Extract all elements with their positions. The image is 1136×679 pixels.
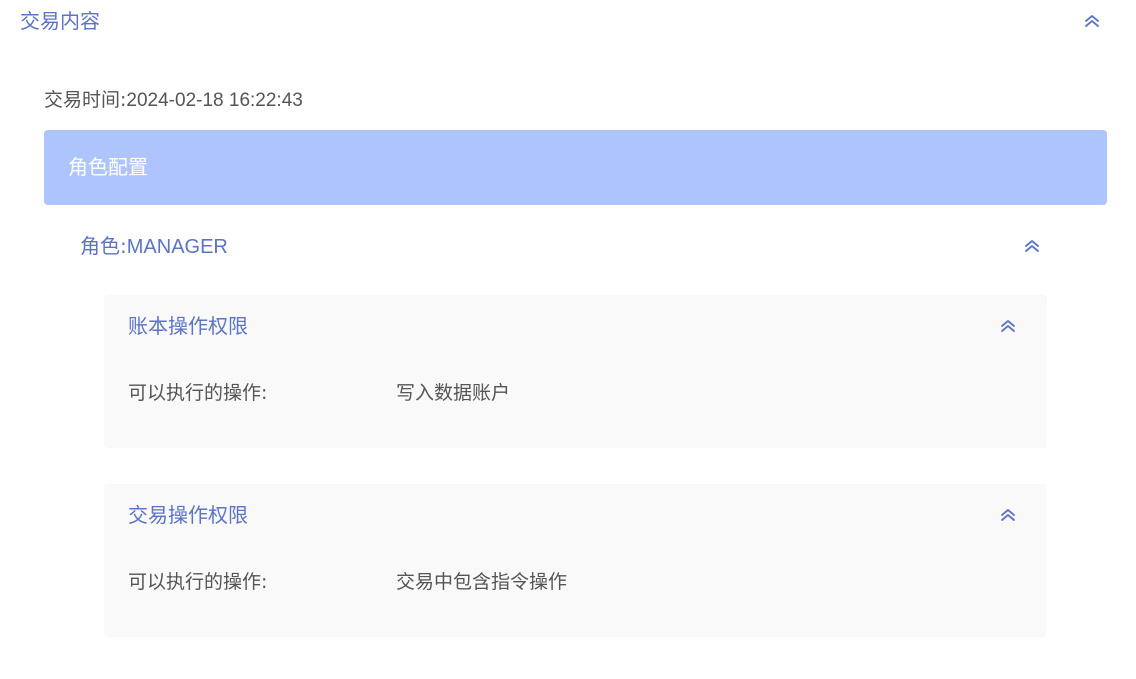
permission-card-title: 账本操作权限 bbox=[128, 314, 248, 338]
chevron-double-up-icon bbox=[1025, 240, 1039, 252]
chevron-double-up-icon bbox=[1001, 320, 1015, 332]
permission-card-collapse-button[interactable] bbox=[998, 505, 1018, 525]
role-name: MANAGER bbox=[126, 236, 228, 258]
permission-card-ledger: 账本操作权限 可以执行的操作: 写入数据账户 bbox=[104, 295, 1047, 448]
chevron-double-up-icon bbox=[1001, 509, 1015, 521]
permission-label: 可以执行的操作: bbox=[128, 382, 268, 404]
role-config-banner: 角色配置 bbox=[44, 130, 1107, 205]
section-collapse-button[interactable] bbox=[1082, 11, 1102, 31]
transaction-time-value: 2024-02-18 16:22:43 bbox=[126, 90, 303, 111]
section-title: 交易内容 bbox=[20, 9, 100, 33]
chevron-double-up-icon bbox=[1085, 15, 1099, 27]
permission-label: 可以执行的操作: bbox=[128, 571, 268, 593]
permission-card-transaction: 交易操作权限 可以执行的操作: 交易中包含指令操作 bbox=[104, 484, 1047, 637]
permission-card-title: 交易操作权限 bbox=[128, 503, 248, 527]
transaction-time: 交易时间:2024-02-18 16:22:43 bbox=[44, 87, 303, 114]
permission-card-collapse-button[interactable] bbox=[998, 316, 1018, 336]
permission-value: 写入数据账户 bbox=[396, 382, 511, 404]
role-prefix: 角色: bbox=[80, 234, 127, 258]
permission-value: 交易中包含指令操作 bbox=[396, 571, 568, 593]
role-collapse-button[interactable] bbox=[1022, 236, 1042, 256]
transaction-time-label: 交易时间: bbox=[44, 89, 127, 111]
role-config-label: 角色配置 bbox=[68, 155, 148, 179]
role-title: 角色:MANAGER bbox=[80, 232, 228, 261]
